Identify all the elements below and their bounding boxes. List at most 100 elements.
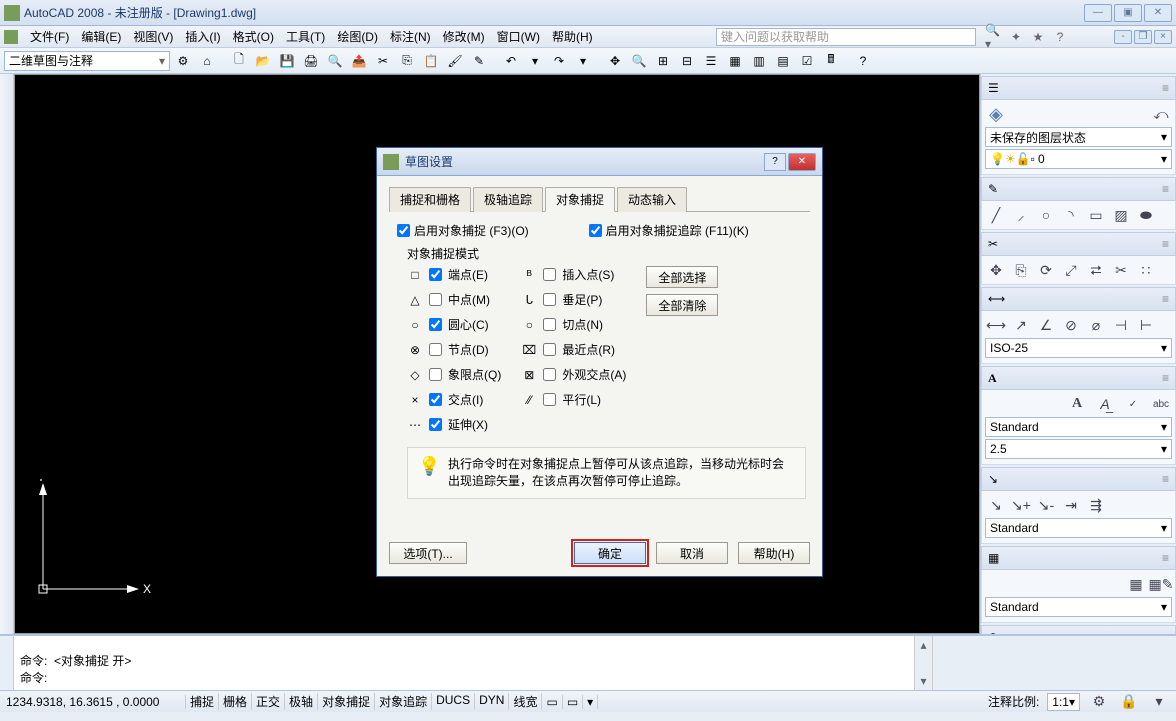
menu-item[interactable]: 插入(I) bbox=[179, 26, 226, 47]
minimize-button[interactable]: — bbox=[1084, 4, 1112, 22]
dialog-close-icon[interactable]: ✕ bbox=[788, 153, 816, 171]
favorites-icon[interactable]: ★ bbox=[1028, 28, 1048, 46]
annoscale-icon[interactable]: ⚙ bbox=[1088, 691, 1110, 713]
tab-3[interactable]: 动态输入 bbox=[617, 187, 687, 212]
tab-0[interactable]: 捕捉和栅格 bbox=[389, 187, 471, 212]
doc-close-button[interactable]: × bbox=[1154, 30, 1172, 44]
snap-checkbox[interactable] bbox=[543, 368, 556, 381]
calc-icon[interactable]: 🖩 bbox=[820, 50, 842, 72]
save-icon[interactable]: 💾 bbox=[276, 50, 298, 72]
leaderstyle-dropdown[interactable]: Standard▾ bbox=[985, 518, 1172, 538]
enable-osnap-checkbox[interactable]: 启用对象捕捉 (F3)(O) bbox=[397, 222, 529, 239]
tablestyle-icon[interactable]: ▦✎ bbox=[1150, 573, 1172, 595]
options-button[interactable]: 选项(T)... bbox=[389, 542, 467, 564]
maximize-button[interactable]: ▣ bbox=[1114, 4, 1142, 22]
preview-icon[interactable]: 🔍 bbox=[324, 50, 346, 72]
snap-checkbox[interactable] bbox=[543, 318, 556, 331]
open-icon[interactable]: 📂 bbox=[252, 50, 274, 72]
circle-icon[interactable]: ○ bbox=[1035, 204, 1057, 226]
more-button[interactable]: ▾ bbox=[583, 695, 598, 709]
dimdia-icon[interactable]: ⌀ bbox=[1085, 314, 1107, 336]
redo-icon[interactable]: ↷ bbox=[548, 50, 570, 72]
designcenter-icon[interactable]: ▦ bbox=[724, 50, 746, 72]
help-icon[interactable]: ? bbox=[1050, 28, 1070, 46]
snap-checkbox[interactable] bbox=[429, 268, 442, 281]
dimang-icon[interactable]: ∠ bbox=[1035, 314, 1057, 336]
dimcont-icon[interactable]: ⊣ bbox=[1110, 314, 1132, 336]
dtext-icon[interactable]: A͟ bbox=[1094, 393, 1116, 415]
workspace-settings-icon[interactable]: ⚙ bbox=[172, 50, 194, 72]
panel-dim-icon[interactable]: ⟷ bbox=[988, 292, 1005, 306]
dimbase-icon[interactable]: ⊢ bbox=[1135, 314, 1157, 336]
dimlin-icon[interactable]: ⟷ bbox=[985, 314, 1007, 336]
paste-icon[interactable]: 📋 bbox=[420, 50, 442, 72]
mode-button[interactable]: 捕捉 bbox=[186, 693, 219, 710]
redo-drop-icon[interactable]: ▾ bbox=[572, 50, 594, 72]
panel-layers-icon[interactable]: ☰ bbox=[988, 81, 999, 95]
leader-rem-icon[interactable]: ↘- bbox=[1035, 494, 1057, 516]
clear-all-button[interactable]: 全部清除 bbox=[646, 294, 718, 316]
search-icon[interactable]: 🔍▾ bbox=[984, 28, 1004, 46]
menu-item[interactable]: 格式(O) bbox=[227, 26, 280, 47]
layerprev-icon[interactable]: ⤺ bbox=[1150, 103, 1172, 125]
ellipse-icon[interactable]: ⬬ bbox=[1135, 204, 1157, 226]
dlg-help-button[interactable]: 帮助(H) bbox=[738, 542, 810, 564]
arc-icon[interactable]: ◝ bbox=[1060, 204, 1082, 226]
mode-button[interactable]: 极轴 bbox=[285, 693, 318, 710]
layout-button[interactable]: ▭ bbox=[563, 695, 583, 709]
menu-item[interactable]: 文件(F) bbox=[24, 26, 75, 47]
scale-icon[interactable]: ⤢ bbox=[1060, 259, 1082, 281]
cut-icon[interactable]: ✂ bbox=[372, 50, 394, 72]
pline-icon[interactable]: ⸝ bbox=[1010, 204, 1032, 226]
help-search-input[interactable]: 键入问题以获取帮助 bbox=[716, 28, 976, 46]
enable-track-checkbox[interactable]: 启用对象捕捉追踪 (F11)(K) bbox=[589, 222, 749, 239]
snap-checkbox[interactable] bbox=[429, 318, 442, 331]
snap-checkbox[interactable] bbox=[429, 293, 442, 306]
move-icon[interactable]: ✥ bbox=[985, 259, 1007, 281]
tab-1[interactable]: 极轴追踪 bbox=[473, 187, 543, 212]
mode-button[interactable]: 线宽 bbox=[509, 693, 542, 710]
undo-icon[interactable]: ↶ bbox=[500, 50, 522, 72]
snap-checkbox[interactable] bbox=[429, 418, 442, 431]
model-button[interactable]: ▭ bbox=[542, 695, 562, 709]
panel-table-icon[interactable]: ▦ bbox=[988, 551, 999, 565]
hatch-icon[interactable]: ▨ bbox=[1110, 204, 1132, 226]
new-icon[interactable]: 🗋 bbox=[228, 50, 250, 72]
workspace-dropdown[interactable]: 二维草图与注释▾ bbox=[4, 51, 170, 71]
snap-checkbox[interactable] bbox=[543, 268, 556, 281]
pan-icon[interactable]: ✥ bbox=[604, 50, 626, 72]
textstyle-dropdown[interactable]: Standard▾ bbox=[985, 417, 1172, 437]
ok-button[interactable]: 确定 bbox=[574, 542, 646, 564]
panel-modify-icon[interactable]: ✂ bbox=[988, 237, 998, 251]
cancel-button[interactable]: 取消 bbox=[656, 542, 728, 564]
dimrad-icon[interactable]: ⊘ bbox=[1060, 314, 1082, 336]
layer-state-dropdown[interactable]: 未保存的图层状态▾ bbox=[985, 127, 1172, 147]
comm-center-icon[interactable]: ✦ bbox=[1006, 28, 1026, 46]
rect-icon[interactable]: ▭ bbox=[1085, 204, 1107, 226]
sheetset-icon[interactable]: ▤ bbox=[772, 50, 794, 72]
mode-button[interactable]: 栅格 bbox=[219, 693, 252, 710]
panel-text-icon[interactable]: A bbox=[988, 371, 997, 386]
mleader-icon[interactable]: ↘ bbox=[985, 494, 1007, 516]
command-area[interactable]: 命令: <对象捕捉 开> 命令: ▴▾ bbox=[0, 634, 1176, 690]
snap-checkbox[interactable] bbox=[543, 293, 556, 306]
snap-checkbox[interactable] bbox=[429, 368, 442, 381]
home-icon[interactable]: ⌂ bbox=[196, 50, 218, 72]
mode-button[interactable]: DYN bbox=[475, 693, 509, 710]
copy2-icon[interactable]: ⎘ bbox=[1010, 259, 1032, 281]
layer-dropdown[interactable]: 💡☀🔓▫ 0▾ bbox=[985, 149, 1172, 169]
matchprop-icon[interactable]: 🖌 bbox=[444, 50, 466, 72]
array-icon[interactable]: ∷ bbox=[1135, 259, 1157, 281]
menu-item[interactable]: 工具(T) bbox=[280, 26, 331, 47]
find-icon[interactable]: abc bbox=[1150, 393, 1172, 415]
mtext-icon[interactable]: A bbox=[1066, 393, 1088, 415]
zoomprev-icon[interactable]: ⊟ bbox=[676, 50, 698, 72]
lock-icon[interactable]: 🔒 bbox=[1118, 691, 1140, 713]
markup-icon[interactable]: ☑ bbox=[796, 50, 818, 72]
spell-icon[interactable]: ✓ bbox=[1122, 393, 1144, 415]
rotate-icon[interactable]: ⟳ bbox=[1035, 259, 1057, 281]
mirror-icon[interactable]: ⮂ bbox=[1085, 259, 1107, 281]
dimstyle-dropdown[interactable]: ISO-25▾ bbox=[985, 338, 1172, 358]
menu-item[interactable]: 编辑(E) bbox=[75, 26, 127, 47]
line-icon[interactable]: ╱ bbox=[985, 204, 1007, 226]
